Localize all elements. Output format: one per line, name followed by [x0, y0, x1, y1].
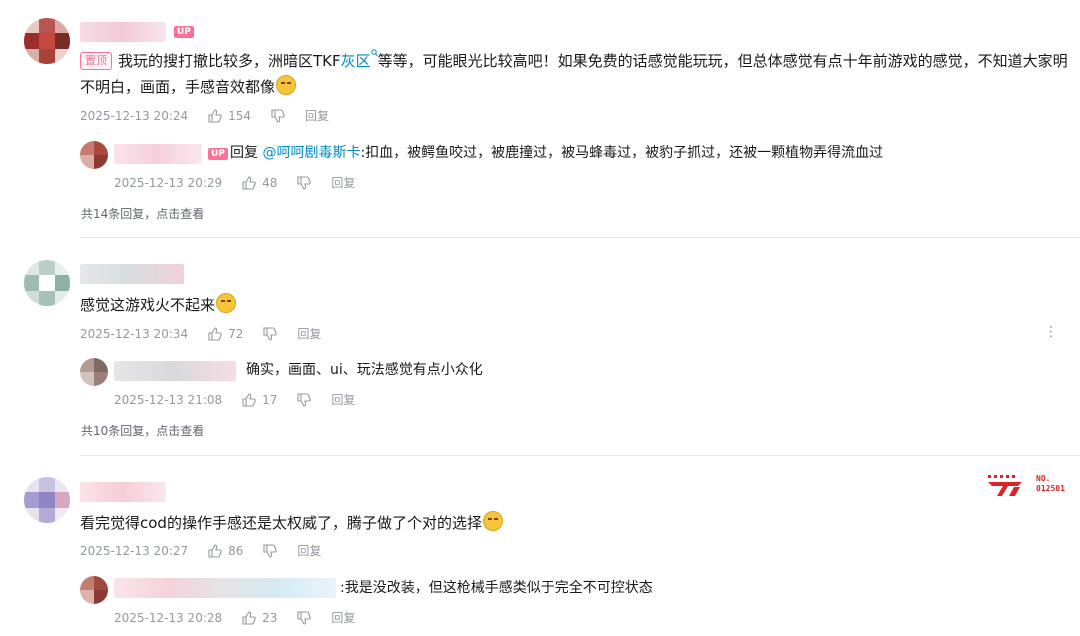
like-count: 154 [228, 109, 252, 123]
reply-avatar[interactable] [80, 141, 108, 169]
search-link-icon [370, 49, 378, 57]
like-button[interactable]: 86 [208, 542, 243, 560]
reply-date: 2025-12-13 20:29 [114, 176, 223, 190]
like-count: 17 [262, 393, 278, 407]
fan-badge-no: NO. [1036, 474, 1051, 483]
dislike-button[interactable] [263, 327, 278, 341]
up-badge: UP [208, 148, 228, 160]
search-link[interactable]: 灰区 [341, 49, 378, 70]
reply-button[interactable]: 回复 [297, 325, 321, 343]
like-button[interactable]: 17 [242, 391, 277, 409]
dislike-button[interactable] [297, 393, 312, 407]
like-button[interactable]: 72 [208, 325, 243, 343]
emoji-icon [216, 293, 237, 313]
like-count: 86 [228, 544, 244, 558]
thumbs-up-icon [242, 393, 256, 407]
up-badge: UP [174, 26, 194, 38]
thumbs-down-icon [297, 611, 312, 625]
dislike-button[interactable] [271, 109, 285, 123]
divider [80, 237, 1080, 238]
search-link-label[interactable]: 灰区 [341, 52, 371, 70]
comment-text: 看完觉得cod的操作手感还是太权威了，腾子做了个对的选择 [80, 510, 503, 536]
dislike-button[interactable] [297, 176, 312, 190]
thumbs-up-icon [208, 109, 222, 123]
emoji-icon [276, 75, 297, 95]
like-count: 23 [262, 611, 278, 625]
fan-badge-icon [986, 474, 1026, 502]
reply-date: 2025-12-13 20:28 [114, 611, 223, 625]
reply-avatar[interactable] [80, 576, 108, 604]
divider [80, 455, 1080, 456]
reply-button[interactable]: 回复 [331, 609, 355, 627]
dislike-button[interactable] [297, 611, 312, 625]
comment-text-part: 我玩的搜打撤比较多，洲暗区TKF [118, 52, 341, 70]
thumbs-down-icon [297, 176, 312, 190]
fan-badge-num: 012501 [1036, 484, 1065, 493]
thumbs-down-icon [263, 544, 278, 558]
reply-username[interactable] [114, 578, 336, 598]
comment-body: 感觉这游戏火不起来 [80, 296, 216, 314]
comment-meta: 2025-12-13 20:34 72 回复 [80, 325, 321, 343]
thumbs-down-icon [271, 109, 285, 123]
avatar[interactable] [24, 260, 70, 306]
username[interactable] [80, 264, 184, 284]
reply-avatar[interactable] [80, 358, 108, 386]
like-button[interactable]: 154 [208, 107, 251, 125]
mention-link[interactable]: @呵呵剧毒斯卡 [262, 145, 360, 161]
avatar[interactable] [24, 18, 70, 64]
comment-date: 2025-12-13 20:27 [80, 544, 189, 558]
thumbs-up-icon [242, 611, 256, 625]
thumbs-up-icon [208, 327, 222, 341]
comment-date: 2025-12-13 20:34 [80, 327, 189, 341]
more-vertical-icon[interactable]: ⋮ [1044, 324, 1058, 340]
like-count: 72 [228, 327, 244, 341]
like-button[interactable]: 48 [242, 174, 277, 192]
username[interactable] [80, 22, 166, 42]
fan-badge-number: NO. 012501 [1036, 474, 1065, 494]
reply-meta: 2025-12-13 20:29 48 回复 [114, 174, 355, 192]
view-more-replies[interactable]: 共10条回复，点击查看 [81, 422, 204, 439]
thumbs-down-icon [297, 393, 312, 407]
reply-username[interactable] [114, 361, 236, 381]
comment-meta: 2025-12-13 20:27 86 回复 [80, 542, 321, 560]
reply-button[interactable]: 回复 [331, 391, 355, 409]
thumbs-down-icon [263, 327, 278, 341]
reply-meta: 2025-12-13 21:08 17 回复 [114, 391, 355, 409]
comment-text: 感觉这游戏火不起来 [80, 292, 237, 318]
like-count: 48 [262, 176, 278, 190]
like-button[interactable]: 23 [242, 609, 277, 627]
reply-text: 回复 @呵呵剧毒斯卡:扣血，被鳄鱼咬过，被鹿撞过，被马蜂毒过，被豹子抓过，还被一… [230, 142, 883, 164]
avatar[interactable] [24, 477, 70, 523]
reply-button[interactable]: 回复 [305, 107, 329, 125]
thumbs-up-icon [208, 544, 222, 558]
comment-meta: 2025-12-13 20:24 154 回复 [80, 107, 329, 125]
reply-word: 回复 [230, 145, 258, 161]
comment-body: 看完觉得cod的操作手感还是太权威了，腾子做了个对的选择 [80, 514, 482, 532]
reply-meta: 2025-12-13 20:28 23 回复 [114, 609, 355, 627]
reply-button[interactable]: 回复 [297, 542, 321, 560]
pinned-badge: 置顶 [80, 52, 112, 70]
dislike-button[interactable] [263, 544, 278, 558]
emoji-icon [482, 511, 503, 531]
reply-text: :我是没改装，但这枪械手感类似于完全不可控状态 [340, 580, 653, 596]
comment-text: 置顶 我玩的搜打撤比较多，洲暗区TKF灰区 等等，可能眼光比较高吧！如果免费的话感觉… [80, 48, 1070, 100]
reply-username[interactable] [114, 144, 202, 164]
comment-date: 2025-12-13 20:24 [80, 109, 189, 123]
view-more-replies[interactable]: 共14条回复，点击查看 [81, 205, 204, 222]
reply-text: 确实，画面、ui、玩法感觉有点小众化 [246, 362, 483, 378]
reply-body: :扣血，被鳄鱼咬过，被鹿撞过，被马蜂毒过，被豹子抓过，还被一颗植物弄得流血过 [360, 145, 884, 161]
username[interactable] [80, 482, 166, 502]
reply-date: 2025-12-13 21:08 [114, 393, 223, 407]
thumbs-up-icon [242, 176, 256, 190]
reply-button[interactable]: 回复 [331, 174, 355, 192]
